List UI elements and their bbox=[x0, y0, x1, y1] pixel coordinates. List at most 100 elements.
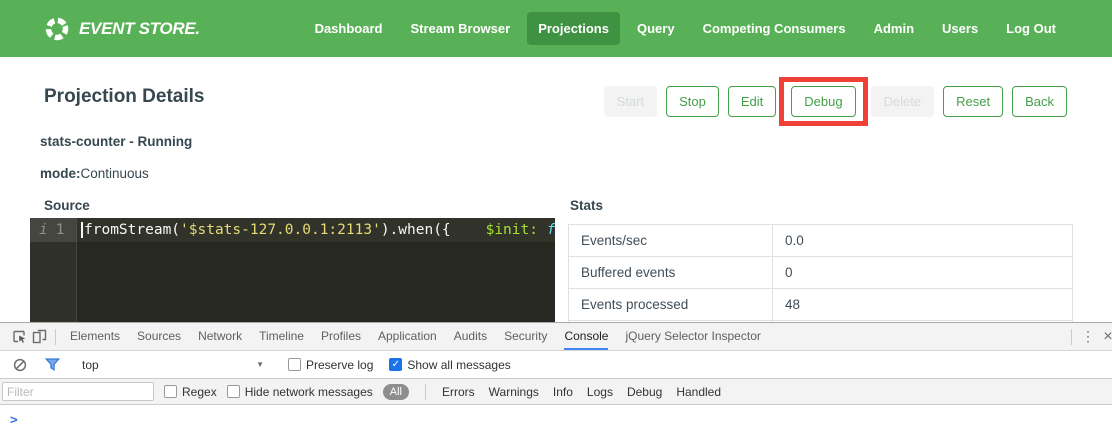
edit-button[interactable]: Edit bbox=[728, 86, 776, 117]
clear-console-icon[interactable] bbox=[10, 358, 30, 372]
stats-row: Events processed48 bbox=[569, 289, 1073, 321]
devtools-tab-network[interactable]: Network bbox=[198, 323, 242, 350]
text-cursor bbox=[81, 222, 83, 238]
nav-item-competing-consumers[interactable]: Competing Consumers bbox=[692, 12, 857, 45]
code-token-type: fu bbox=[547, 222, 555, 238]
mode-value: Continuous bbox=[81, 166, 149, 181]
devtools-tabbar: Elements Sources Network Timeline Profiles Ap… bbox=[0, 323, 1112, 351]
code-token-plain: fromStream( bbox=[84, 222, 180, 238]
source-code-editor[interactable]: i1 fromStream('$stats-127.0.0.1:2113').w… bbox=[30, 218, 555, 338]
devtools-tabbar-right: ⋮ × bbox=[1065, 323, 1112, 350]
level-filter-info[interactable]: Info bbox=[553, 385, 573, 399]
toolbar-checkbox-show-all-messages[interactable]: ✓Show all messages bbox=[389, 358, 510, 372]
devtools-tabs: Elements Sources Network Timeline Profiles Ap… bbox=[70, 323, 761, 350]
devtools-tab-console[interactable]: Console bbox=[564, 323, 608, 350]
nav-item-users[interactable]: Users bbox=[931, 12, 989, 45]
inspect-element-icon[interactable] bbox=[9, 323, 29, 350]
nav-items: DashboardStream BrowserProjectionsQueryC… bbox=[304, 12, 1067, 45]
chevron-down-icon: ▼ bbox=[256, 360, 264, 369]
mode-label: mode: bbox=[40, 166, 81, 181]
filter-checkbox-regex[interactable]: Regex bbox=[164, 385, 217, 399]
devtools-close-icon[interactable]: × bbox=[1098, 328, 1112, 346]
checkbox-hide-network-messages[interactable] bbox=[227, 385, 240, 398]
frame-context-selector[interactable]: top ▼ bbox=[82, 358, 264, 372]
devtools-tab-elements[interactable]: Elements bbox=[70, 323, 120, 350]
filter-funnel-icon[interactable] bbox=[42, 358, 62, 371]
checkbox-show-all-messages[interactable]: ✓ bbox=[389, 358, 402, 371]
code-text: fromStream('$stats-127.0.0.1:2113').when… bbox=[84, 222, 555, 238]
nav-item-dashboard[interactable]: Dashboard bbox=[304, 12, 394, 45]
devtools-tab-security[interactable]: Security bbox=[504, 323, 547, 350]
level-filter-handled[interactable]: Handled bbox=[676, 385, 721, 399]
checkbox-preserve-log[interactable] bbox=[288, 358, 301, 371]
nav-item-stream-browser[interactable]: Stream Browser bbox=[399, 12, 521, 45]
devtools-tab-profiles[interactable]: Profiles bbox=[321, 323, 361, 350]
debug-highlight-annotation: Debug bbox=[779, 77, 867, 126]
console-filter-bar: Regex Hide network messages All Errors War… bbox=[0, 378, 1112, 405]
level-filter-debug[interactable]: Debug bbox=[627, 385, 662, 399]
toolbar-checkbox-preserve-log[interactable]: Preserve log bbox=[288, 358, 373, 372]
stat-value: 48 bbox=[773, 289, 1073, 321]
line-gutter: i1 bbox=[30, 218, 76, 242]
code-token-keyword: $init: bbox=[486, 222, 538, 238]
checkbox-regex[interactable] bbox=[164, 385, 177, 398]
stop-button[interactable]: Stop bbox=[666, 86, 719, 117]
top-navbar: EVENT STORE. DashboardStream BrowserProj… bbox=[0, 0, 1112, 57]
code-token-string: '$stats-127.0.0.1:2113' bbox=[180, 222, 381, 238]
source-heading: Source bbox=[44, 198, 555, 213]
separator bbox=[1071, 329, 1072, 345]
filter-checkbox-label-regex: Regex bbox=[182, 385, 217, 399]
reset-button[interactable]: Reset bbox=[943, 86, 1003, 117]
filter-checkbox-label-hide-network-messages: Hide network messages bbox=[245, 385, 373, 399]
stat-label: Events/sec bbox=[569, 225, 773, 257]
debug-button[interactable]: Debug bbox=[791, 86, 855, 117]
nav-item-projections[interactable]: Projections bbox=[527, 12, 620, 45]
stat-value: 0 bbox=[773, 257, 1073, 289]
filter-checkboxes: Regex Hide network messages bbox=[164, 385, 373, 399]
level-filter-warnings[interactable]: Warnings bbox=[489, 385, 539, 399]
level-badge-all[interactable]: All bbox=[383, 384, 409, 400]
separator bbox=[55, 329, 56, 345]
filter-checkbox-hide-network-messages[interactable]: Hide network messages bbox=[227, 385, 373, 399]
gutter-annotation-icon: i bbox=[39, 222, 48, 238]
nav-item-log-out[interactable]: Log Out bbox=[995, 12, 1067, 45]
code-line-content: fromStream('$stats-127.0.0.1:2113').when… bbox=[76, 218, 555, 242]
toolbar-checkbox-label-preserve-log: Preserve log bbox=[306, 358, 373, 372]
nav-item-admin[interactable]: Admin bbox=[863, 12, 925, 45]
devtools-tab-jquery-selector-inspector[interactable]: jQuery Selector Inspector bbox=[625, 323, 760, 350]
device-toolbar-icon[interactable] bbox=[29, 323, 49, 350]
devtools-panel: Elements Sources Network Timeline Profiles Ap… bbox=[0, 322, 1112, 440]
code-token-plain bbox=[451, 222, 486, 238]
stats-heading: Stats bbox=[570, 198, 1073, 213]
filter-input[interactable] bbox=[2, 382, 154, 401]
nav-item-query[interactable]: Query bbox=[626, 12, 686, 45]
stat-label: Events processed bbox=[569, 289, 773, 321]
devtools-tab-application[interactable]: Application bbox=[378, 323, 437, 350]
level-filters: Errors Warnings Info Logs Debug Handled bbox=[442, 385, 721, 399]
devtools-tab-timeline[interactable]: Timeline bbox=[259, 323, 304, 350]
code-token-plain bbox=[538, 222, 547, 238]
devtools-tab-sources[interactable]: Sources bbox=[137, 323, 181, 350]
stats-row: Buffered events0 bbox=[569, 257, 1073, 289]
source-section: Source i1 fromStream('$stats-127.0.0.1:2… bbox=[30, 198, 555, 338]
projection-status: stats-counter - Running bbox=[40, 134, 1112, 149]
devtools-menu-icon[interactable]: ⋮ bbox=[1078, 328, 1098, 345]
level-filter-errors[interactable]: Errors bbox=[442, 385, 475, 399]
projection-mode: mode:Continuous bbox=[40, 166, 1112, 181]
action-buttons: Start Stop Edit Debug Delete Reset Back bbox=[604, 77, 1067, 126]
stat-label: Buffered events bbox=[569, 257, 773, 289]
code-line-1: i1 fromStream('$stats-127.0.0.1:2113').w… bbox=[30, 218, 555, 242]
toolbar-checkboxes: Preserve log ✓Show all messages bbox=[288, 358, 511, 372]
console-prompt: > bbox=[10, 413, 18, 428]
start-button: Start bbox=[604, 86, 657, 117]
delete-button: Delete bbox=[871, 86, 935, 117]
frame-context-value: top bbox=[82, 358, 99, 372]
back-button[interactable]: Back bbox=[1012, 86, 1067, 117]
console-output[interactable]: > bbox=[0, 405, 1112, 428]
brand-text: EVENT STORE. bbox=[79, 19, 200, 39]
devtools-tab-audits[interactable]: Audits bbox=[454, 323, 487, 350]
eventstore-logo-icon bbox=[44, 16, 70, 42]
brand[interactable]: EVENT STORE. bbox=[44, 16, 200, 42]
level-filter-logs[interactable]: Logs bbox=[587, 385, 613, 399]
separator bbox=[425, 384, 426, 400]
